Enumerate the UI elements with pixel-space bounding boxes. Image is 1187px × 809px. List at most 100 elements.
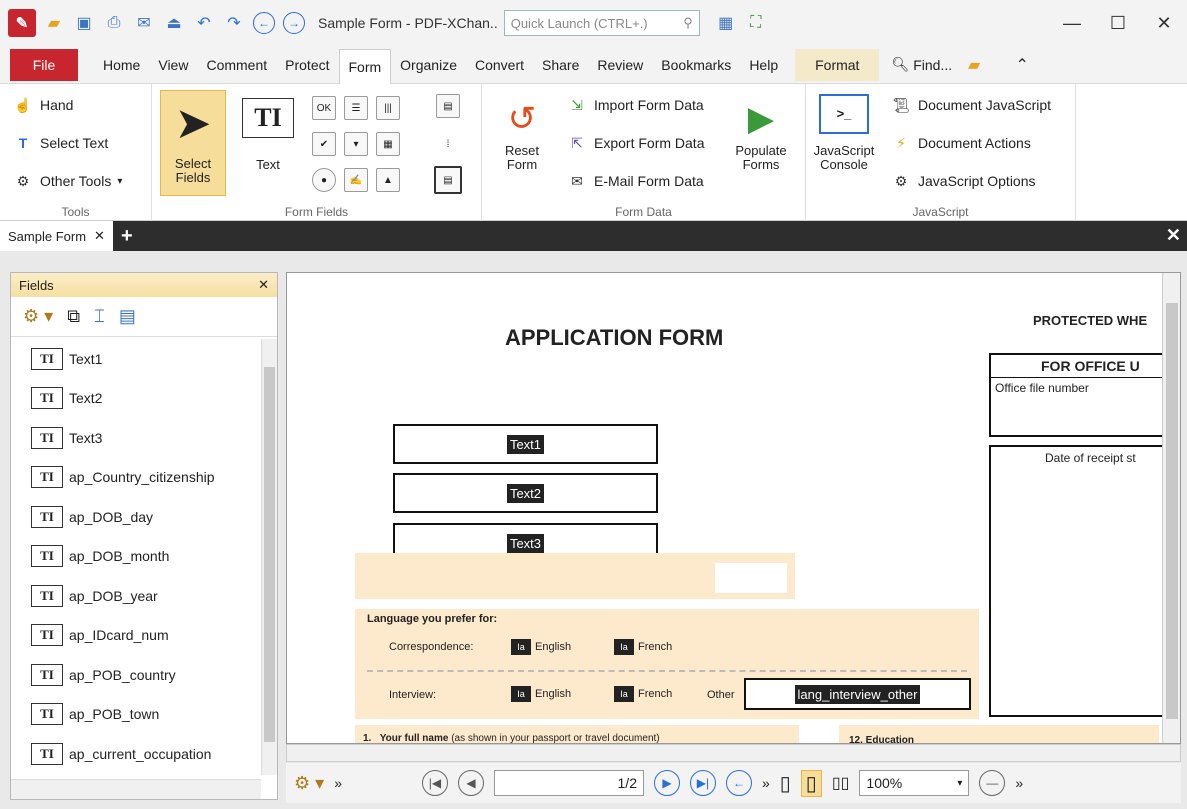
interview-english[interactable]: Ia English [511, 686, 571, 702]
form-properties-icon[interactable]: ▤ [436, 94, 460, 118]
list-item[interactable]: TI ap_Country_citizenship [11, 458, 261, 498]
document-view[interactable]: APPLICATION FORM PROTECTED WHE FOR OFFIC… [286, 272, 1181, 744]
list-item[interactable]: TI Text1 [11, 339, 261, 379]
list-item[interactable]: TI ap_DOB_month [11, 537, 261, 577]
document-horizontal-scrollbar[interactable] [286, 744, 1181, 762]
last-page-button[interactable]: ▶| [689, 770, 716, 796]
tab-share[interactable]: Share [533, 49, 588, 81]
radio-button-icon[interactable]: ● [312, 168, 336, 192]
duplicate-icon[interactable]: ⧉ [67, 306, 80, 327]
save-icon[interactable]: ▣ [72, 11, 96, 35]
customize-icon[interactable]: ▦ [714, 11, 738, 35]
hand-tool-button[interactable]: ☝ Hand [12, 92, 73, 118]
list-item[interactable]: TI ap_DOB_year [11, 576, 261, 616]
email-form-data-button[interactable]: ✉ E-Mail Form Data [566, 168, 704, 194]
populate-forms-button[interactable]: ▶ Populate Forms [728, 94, 794, 172]
tab-help[interactable]: Help [740, 49, 787, 81]
tab-convert[interactable]: Convert [466, 49, 533, 81]
minimize-button[interactable]: — [1049, 0, 1095, 46]
other-tools-button[interactable]: ⚙ Other Tools ▾ [12, 168, 123, 194]
select-text-button[interactable]: T Select Text [12, 130, 109, 156]
continuous-page-icon[interactable]: ▯ [800, 769, 822, 797]
document-javascript-button[interactable]: 📜︎ Document JavaScript [890, 92, 1051, 118]
tab-form[interactable]: Form [338, 48, 392, 85]
close-button[interactable]: ✕ [1141, 0, 1187, 46]
lang-interview-other-field[interactable]: lang_interview_other [744, 678, 971, 710]
signature-icon[interactable]: ✍ [344, 168, 368, 192]
collapse-ribbon-icon[interactable]: ⌃ [1010, 53, 1034, 77]
scan-icon[interactable]: ⏏ [162, 11, 186, 35]
tab-format[interactable]: Format [795, 48, 880, 81]
fullscreen-icon[interactable]: ⛶ [744, 11, 768, 35]
list-box-icon[interactable]: ☰ [344, 96, 368, 120]
page-number-input[interactable]: 1/2 [493, 770, 644, 796]
scroll-thumb[interactable] [264, 367, 275, 742]
print-icon[interactable]: ⎙ [102, 11, 126, 35]
scroll-thumb[interactable] [1166, 303, 1178, 719]
back-icon[interactable]: ← [252, 11, 276, 35]
search-folder-icon[interactable]: ▰ [962, 53, 986, 77]
export-form-data-button[interactable]: ⇱ Export Form Data [566, 130, 704, 156]
document-vertical-scrollbar[interactable] [1162, 273, 1180, 743]
first-page-button[interactable]: |◀ [421, 770, 448, 796]
list-item[interactable]: TI Text2 [11, 379, 261, 419]
import-form-data-button[interactable]: ⇲ Import Form Data [566, 92, 704, 118]
list-item[interactable]: TI ap_current_occupation [11, 734, 261, 773]
facing-pages-icon[interactable]: ▯▯ [832, 773, 850, 793]
tab-view[interactable]: View [149, 49, 197, 81]
list-item[interactable]: TI ap_DOB_day [11, 497, 261, 537]
text1-field[interactable]: Text1 [393, 424, 658, 464]
document-actions-button[interactable]: ⚡︎ Document Actions [890, 130, 1031, 156]
highlight-fields-icon[interactable]: ▤ [434, 166, 462, 194]
list-item[interactable]: TI ap_POB_town [11, 695, 261, 735]
barcode-icon[interactable]: ||| [376, 96, 400, 120]
tab-home[interactable]: Home [94, 49, 149, 81]
view-options-icon[interactable]: ⚙ ▾ [294, 773, 324, 794]
text2-field[interactable]: Text2 [393, 473, 658, 513]
email-icon[interactable]: ✉ [132, 11, 156, 35]
combo-box-icon[interactable]: ▾ [344, 132, 368, 156]
find-button[interactable]: 🔍︎ Find... [891, 56, 952, 73]
tab-protect[interactable]: Protect [276, 49, 338, 81]
reset-form-button[interactable]: ↺ Reset Form [494, 94, 550, 172]
javascript-console-button[interactable]: >_ JavaScript Console [812, 94, 876, 172]
tab-review[interactable]: Review [588, 49, 652, 81]
double-chevron-icon[interactable]: » [1015, 775, 1023, 791]
field-properties-icon[interactable]: ▤ [119, 306, 136, 327]
list-item[interactable]: TI Text3 [11, 418, 261, 458]
tab-comment[interactable]: Comment [197, 49, 276, 81]
document-tab[interactable]: Sample Form ✕ [0, 221, 113, 251]
correspondence-english[interactable]: Ia English [511, 639, 571, 655]
tab-bookmarks[interactable]: Bookmarks [652, 49, 740, 81]
button-field-icon[interactable]: OK [312, 96, 336, 120]
maximize-button[interactable]: ☐ [1095, 0, 1141, 46]
rename-icon[interactable]: ⌶ [94, 306, 105, 327]
select-fields-button[interactable]: ➤ Select Fields [160, 90, 226, 196]
close-panel-icon[interactable]: ✕ [258, 277, 269, 293]
small-input[interactable] [715, 563, 787, 593]
quick-launch-input[interactable]: Quick Launch (CTRL+.) ⚲ [503, 10, 700, 36]
list-item[interactable]: TI ap_IDcard_num [11, 616, 261, 656]
undo-icon[interactable]: ↶ [192, 11, 216, 35]
text-field-button[interactable]: TI Text [238, 98, 298, 196]
redo-icon[interactable]: ↷ [222, 11, 246, 35]
interview-french[interactable]: Ia French [614, 686, 672, 702]
double-chevron-icon[interactable]: » [762, 775, 770, 791]
image-field-icon[interactable]: ▲ [376, 168, 400, 192]
double-chevron-icon[interactable]: » [334, 775, 342, 791]
zoom-out-button[interactable]: — [979, 770, 1006, 796]
new-tab-icon[interactable]: + [121, 225, 133, 248]
list-item[interactable]: TI ap_POB_country [11, 655, 261, 695]
forward-icon[interactable]: → [282, 11, 306, 35]
back-view-button[interactable]: ← [725, 770, 752, 796]
correspondence-french[interactable]: Ia French [614, 639, 672, 655]
field-options-icon[interactable]: ⚙ ▾ [23, 306, 53, 327]
next-page-button[interactable]: ▶ [653, 770, 680, 796]
tab-order-icon[interactable]: ⁞ [436, 132, 460, 156]
javascript-options-button[interactable]: ⚙ JavaScript Options [890, 168, 1036, 194]
date-field-icon[interactable]: ▦ [376, 132, 400, 156]
single-page-icon[interactable]: ▯ [780, 771, 791, 796]
open-icon[interactable]: ▰ [42, 11, 66, 35]
close-tab-icon[interactable]: ✕ [94, 228, 105, 244]
zoom-select[interactable]: 100% ▾ [859, 770, 970, 796]
